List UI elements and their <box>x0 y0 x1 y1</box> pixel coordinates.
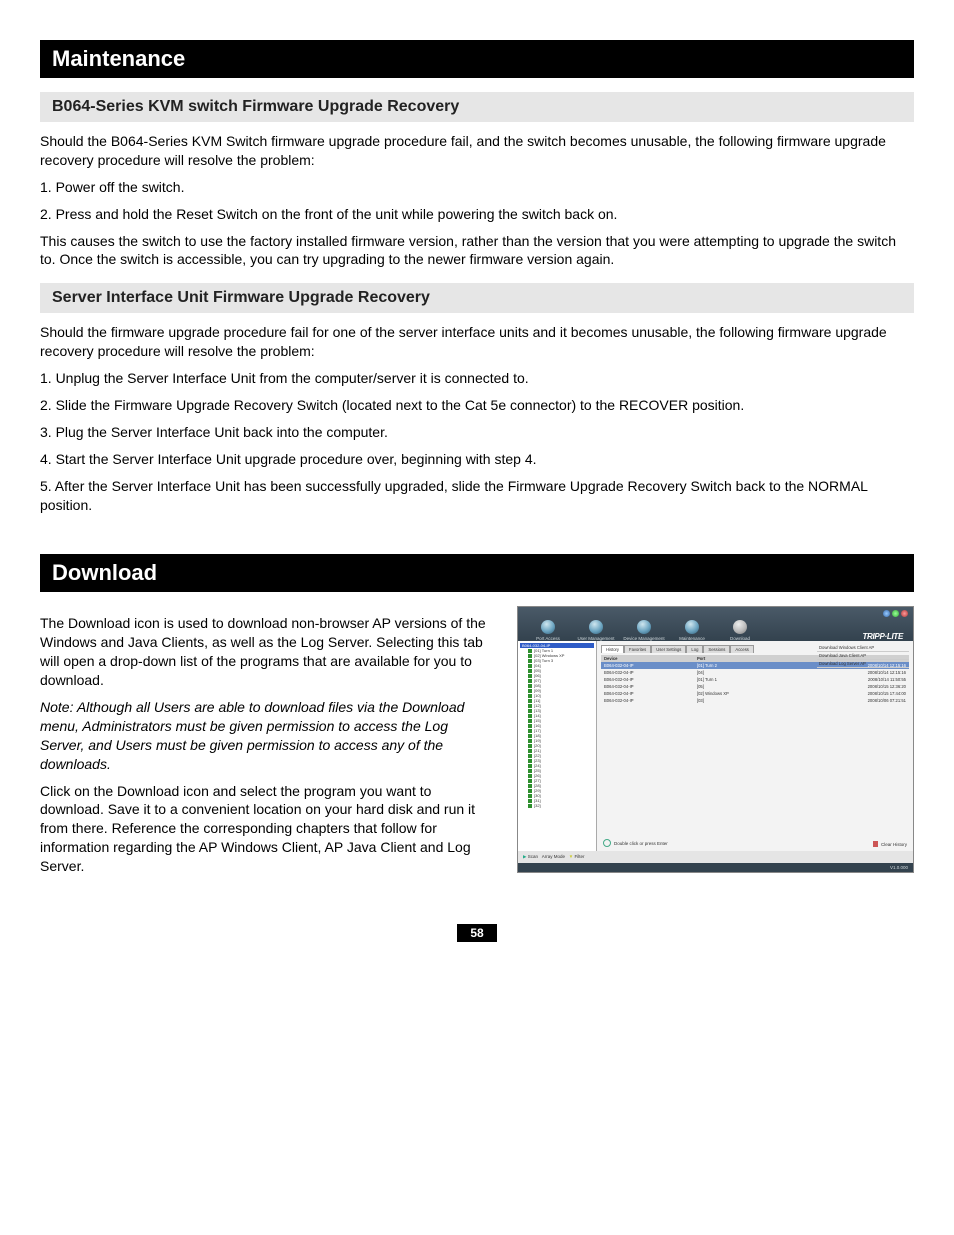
version-label: V1.0.000 <box>518 863 913 872</box>
maximize-icon <box>892 610 899 617</box>
refresh-icon <box>603 839 611 847</box>
download-windows-client: Download Windows Client AP <box>817 644 909 652</box>
table-row: B064-032-04-IP[04]2008/10/14 12:15:16 <box>601 669 909 676</box>
tab-sessions: Sessions <box>703 645 730 653</box>
port-access-icon <box>541 620 555 634</box>
clear-history-link: Clear History <box>881 842 907 847</box>
user-management-icon <box>589 620 603 634</box>
toolbar-port-access: Port Access <box>524 620 572 641</box>
tree-port-item: [32] <box>520 803 594 808</box>
toolbar-device-management: Device Management <box>620 620 668 641</box>
paragraph: The Download icon is used to download no… <box>40 614 487 690</box>
list-item: 1. Unplug the Server Interface Unit from… <box>40 369 914 388</box>
paragraph: Should the firmware upgrade procedure fa… <box>40 323 914 361</box>
status-hint: Double click or press Enter <box>614 841 668 846</box>
paragraph: Should the B064-Series KVM Switch firmwa… <box>40 132 914 170</box>
list-item: 5. After the Server Interface Unit has b… <box>40 477 914 515</box>
paragraph: This causes the switch to use the factor… <box>40 232 914 270</box>
download-menu: Download Windows Client AP Download Java… <box>817 644 909 668</box>
paragraph: Click on the Download icon and select th… <box>40 782 487 876</box>
list-item: 2. Press and hold the Reset Switch on th… <box>40 205 914 224</box>
logo-tripp-lite: TRIPP·LITE <box>862 632 907 641</box>
tab-log: Log <box>686 645 703 653</box>
table-row: B064-032-04-IP[02] Windows XP2008/10/15 … <box>601 690 909 697</box>
window-controls <box>883 610 908 617</box>
col-port: Port <box>694 655 793 662</box>
download-java-client: Download Java Client AP <box>817 652 909 660</box>
screenshot-illustration: Port Access User Management Device Manag… <box>517 606 914 873</box>
table-row: B064-032-04-IP[01] Turn 12008/10/14 11:5… <box>601 676 909 683</box>
tab-favorites: Favorites <box>624 645 651 653</box>
tab-history: History <box>601 645 624 653</box>
col-device: Device <box>601 655 694 662</box>
close-icon <box>901 610 908 617</box>
table-row: B064-032-04-IP[05]2008/10/15 12:36:20 <box>601 683 909 690</box>
toolbar-download: Download <box>716 620 764 641</box>
clear-icon <box>873 841 878 847</box>
minimize-icon <box>883 610 890 617</box>
maintenance-icon <box>685 620 699 634</box>
list-item: 4. Start the Server Interface Unit upgra… <box>40 450 914 469</box>
tab-access: Access <box>730 645 754 653</box>
note-paragraph: Note: Although all Users are able to dow… <box>40 698 487 774</box>
toolbar-maintenance: Maintenance <box>668 620 716 641</box>
download-icon <box>733 620 747 634</box>
device-management-icon <box>637 620 651 634</box>
toolbar-user-management: User Management <box>572 620 620 641</box>
subsection-siu-recovery: Server Interface Unit Firmware Upgrade R… <box>40 283 914 313</box>
section-title-maintenance: Maintenance <box>40 40 914 78</box>
table-row: B064-032-04-IP[03]2008/10/06 07:21:51 <box>601 697 909 704</box>
subsection-kvm-recovery: B064-Series KVM switch Firmware Upgrade … <box>40 92 914 122</box>
page-number: 58 <box>457 924 497 942</box>
list-item: 2. Slide the Firmware Upgrade Recovery S… <box>40 396 914 415</box>
device-tree: B064-032-04-IP [01] Turn 1[02] Windows X… <box>518 641 597 851</box>
tab-user-settings: User Settings <box>651 645 686 653</box>
section-title-download: Download <box>40 554 914 592</box>
list-item: 1. Power off the switch. <box>40 178 914 197</box>
download-log-server: Download Log Server AP <box>817 660 909 668</box>
list-item: 3. Plug the Server Interface Unit back i… <box>40 423 914 442</box>
